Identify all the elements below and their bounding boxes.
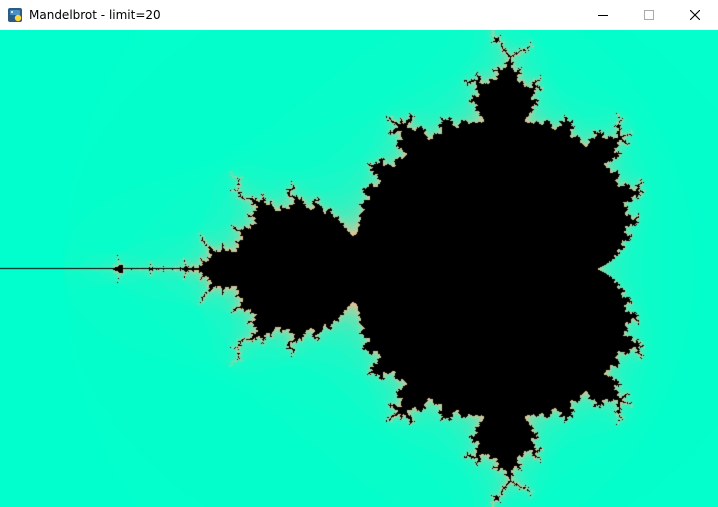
app-window: Mandelbrot - limit=20: [0, 0, 718, 507]
window-title: Mandelbrot - limit=20: [29, 8, 161, 22]
minimize-button[interactable]: [580, 0, 626, 30]
minimize-icon: [598, 15, 608, 16]
title-bar[interactable]: Mandelbrot - limit=20: [0, 0, 718, 30]
python-icon: [8, 8, 22, 22]
maximize-button[interactable]: [626, 0, 672, 30]
window-controls: [580, 0, 718, 30]
close-button[interactable]: [672, 0, 718, 30]
close-icon: [690, 10, 700, 20]
mandelbrot-canvas[interactable]: [0, 30, 718, 507]
fractal-view[interactable]: [0, 30, 718, 507]
maximize-icon: [644, 10, 654, 20]
